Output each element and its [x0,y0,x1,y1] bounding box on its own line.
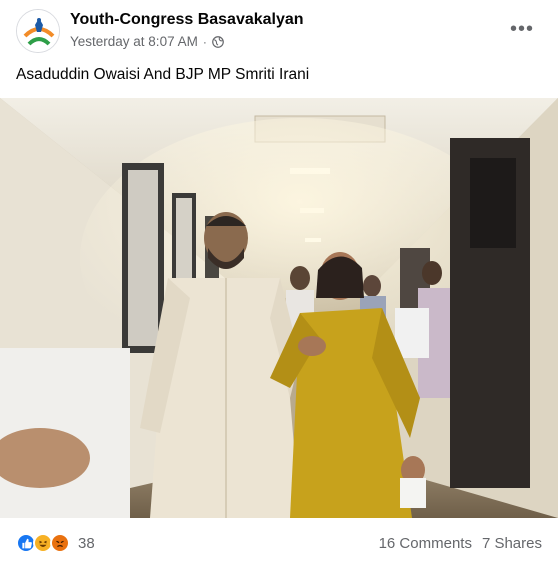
facebook-post: Youth-Congress Basavakalyan Yesterday at… [0,0,558,571]
globe-icon[interactable] [211,35,224,48]
post-timestamp[interactable]: Yesterday at 8:07 AM [70,34,198,49]
post-photo[interactable] [0,98,558,518]
post-caption: Asaduddin Owaisi And BJP MP Smriti Irani [16,66,310,83]
meta-separator: · [202,34,207,49]
reaction-count: 38 [78,534,95,552]
page-avatar[interactable] [16,9,60,53]
corridor-photo [0,98,558,518]
post-footer: 38 16 Comments 7 Shares [0,518,558,571]
post-meta: Yesterday at 8:07 AM · [70,34,224,49]
angry-icon [50,533,70,553]
congress-logo-icon [17,10,59,52]
more-options-button[interactable]: ••• [505,14,539,44]
more-options-icon: ••• [509,18,534,40]
shares-count-link[interactable]: 7 Shares [482,535,542,552]
comments-count-link[interactable]: 16 Comments [379,535,472,552]
page-name-link[interactable]: Youth-Congress Basavakalyan [70,11,304,29]
reactions-summary[interactable]: 38 [16,533,95,553]
post-stats: 16 Comments 7 Shares [379,535,542,552]
